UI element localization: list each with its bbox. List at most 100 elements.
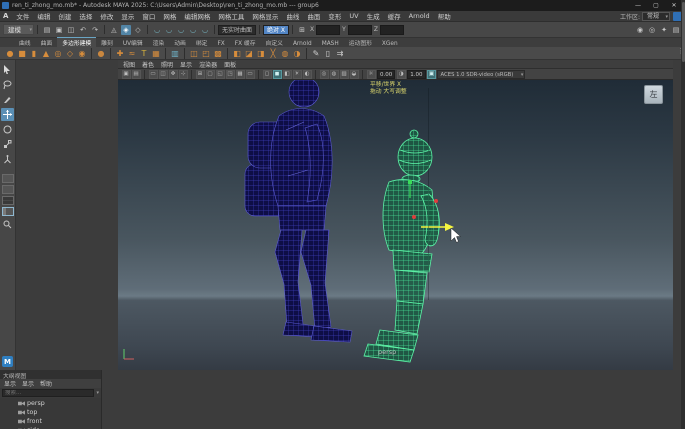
select-object-icon[interactable]: ◈ bbox=[121, 25, 131, 35]
menu-item[interactable]: 曲面 bbox=[303, 11, 324, 21]
ipr-render-icon[interactable]: ◎ bbox=[647, 25, 657, 35]
target-weld[interactable]: ◍ bbox=[279, 47, 291, 59]
antialias-icon[interactable]: ▨ bbox=[340, 70, 349, 79]
menu-item[interactable]: 曲线 bbox=[282, 11, 303, 21]
shelf-icon[interactable] bbox=[110, 48, 111, 59]
shelf-icon[interactable] bbox=[306, 48, 307, 59]
shelf-tab[interactable]: 渲染 bbox=[148, 38, 170, 47]
x-coord-field[interactable] bbox=[316, 25, 340, 35]
select-tool-icon[interactable] bbox=[1, 63, 14, 76]
viewport-menu-item[interactable]: 面板 bbox=[224, 60, 236, 69]
menu-item[interactable]: 创建 bbox=[54, 11, 75, 21]
render-settings-icon[interactable]: ✦ bbox=[659, 25, 669, 35]
gamma-icon[interactable]: ◑ bbox=[397, 70, 406, 79]
layout-two-pane-button[interactable] bbox=[2, 185, 14, 194]
poly-disc[interactable]: ◉ bbox=[76, 47, 88, 59]
normals[interactable]: ⇉ bbox=[334, 47, 346, 59]
image-plane-icon[interactable]: ◫ bbox=[159, 70, 168, 79]
menu-item[interactable]: 生成 bbox=[363, 11, 384, 21]
zoom-tool-icon[interactable] bbox=[1, 218, 14, 231]
joint-display-icon[interactable]: ⊹ bbox=[179, 70, 188, 79]
menu-item[interactable]: Arnold bbox=[405, 12, 434, 20]
grid-input-icon[interactable]: ⊞ bbox=[297, 25, 307, 35]
menu-item[interactable]: 网格显示 bbox=[248, 11, 282, 21]
maximize-button[interactable]: ▢ bbox=[647, 0, 665, 11]
bookmark-icon[interactable]: ▭ bbox=[149, 70, 158, 79]
lighting-icon[interactable]: ☀ bbox=[293, 70, 302, 79]
menu-item[interactable]: 网格 bbox=[159, 11, 180, 21]
menu-item[interactable]: 文件 bbox=[12, 11, 33, 21]
select-component-icon[interactable]: ◇ bbox=[133, 25, 143, 35]
outliner-search-input[interactable] bbox=[2, 389, 94, 397]
shelf-tab[interactable]: 雕刻 bbox=[96, 38, 118, 47]
poly-plane[interactable]: ◇ bbox=[64, 47, 76, 59]
menu-item[interactable]: 变形 bbox=[324, 11, 345, 21]
z-coord-field[interactable] bbox=[380, 25, 404, 35]
shelf-tab[interactable]: 自定义 bbox=[261, 38, 288, 47]
poly-cylinder[interactable]: ▮ bbox=[28, 47, 40, 59]
viewport-menu-item[interactable]: 视图 bbox=[123, 60, 135, 69]
minimize-button[interactable]: — bbox=[629, 0, 647, 11]
menu-item[interactable]: 编辑 bbox=[33, 11, 54, 21]
save-scene-icon[interactable]: ◫ bbox=[66, 25, 76, 35]
snap-plane-icon[interactable]: ◡ bbox=[188, 25, 198, 35]
view-navigation-button[interactable]: 左 bbox=[644, 85, 663, 104]
crease-tool[interactable]: ✎ bbox=[310, 47, 322, 59]
shadows-icon[interactable]: ◐ bbox=[303, 70, 312, 79]
isolate-select-icon[interactable]: ◎ bbox=[320, 70, 329, 79]
combine[interactable]: ◫ bbox=[188, 47, 200, 59]
undo-icon[interactable]: ↶ bbox=[78, 25, 88, 35]
bridge[interactable]: ◨ bbox=[255, 47, 267, 59]
layout-single-pane-button[interactable] bbox=[2, 174, 14, 183]
outliner-menu-item[interactable]: 帮助 bbox=[40, 379, 52, 388]
ao-icon[interactable]: ◒ bbox=[350, 70, 359, 79]
shelf-icon[interactable] bbox=[227, 48, 228, 59]
camera-attributes-icon[interactable]: ▤ bbox=[132, 70, 141, 79]
shelf-icon[interactable] bbox=[184, 48, 185, 59]
gate-mask-icon[interactable]: ◳ bbox=[226, 70, 235, 79]
snap-point-icon[interactable]: ◡ bbox=[176, 25, 186, 35]
shelf-tab[interactable]: 运动图形 bbox=[344, 38, 377, 47]
outliner-filter-caret-icon[interactable]: ▾ bbox=[96, 390, 99, 396]
menu-item[interactable]: 缓存 bbox=[384, 11, 405, 21]
exposure-field[interactable]: 0.00 bbox=[377, 70, 395, 79]
color-management-icon[interactable]: ▣ bbox=[427, 70, 436, 79]
outliner-item[interactable]: persp bbox=[0, 399, 101, 408]
menu-item[interactable]: 编辑网格 bbox=[180, 11, 214, 21]
shelf-tab[interactable]: FX 缓存 bbox=[230, 38, 261, 47]
shelf-tab[interactable]: 绑定 bbox=[191, 38, 213, 47]
menu-item[interactable]: 选择 bbox=[75, 11, 96, 21]
outliner-scrollbar[interactable] bbox=[681, 0, 685, 429]
xray-icon[interactable]: ◍ bbox=[330, 70, 339, 79]
new-scene-icon[interactable]: ▤ bbox=[42, 25, 52, 35]
exposure-icon[interactable]: ☼ bbox=[367, 70, 376, 79]
viewport-menu-item[interactable]: 照明 bbox=[161, 60, 173, 69]
curve-pencil[interactable]: ≈ bbox=[126, 47, 138, 59]
extrude[interactable]: ◧ bbox=[231, 47, 243, 59]
gamma-field[interactable]: 1.00 bbox=[407, 70, 425, 79]
sculpt-sphere[interactable]: ● bbox=[95, 47, 107, 59]
open-scene-icon[interactable]: ▣ bbox=[54, 25, 64, 35]
poly-sphere[interactable]: ● bbox=[4, 47, 16, 59]
field-chart-icon[interactable]: ▦ bbox=[236, 70, 245, 79]
render-icon[interactable]: ◉ bbox=[635, 25, 645, 35]
grid-toggle-icon[interactable]: ⊞ bbox=[196, 70, 205, 79]
last-tool-icon[interactable] bbox=[1, 153, 14, 166]
rotate-tool-icon[interactable] bbox=[1, 123, 14, 136]
viewport-canvas[interactable]: 平移/世界 X 拖动 大写调整 persp 左 bbox=[118, 80, 673, 370]
live-surface-field[interactable]: 无实时曲面 bbox=[218, 25, 256, 35]
menu-set-dropdown[interactable]: 建模 bbox=[3, 24, 34, 35]
camera-select-icon[interactable]: ▣ bbox=[122, 70, 131, 79]
menu-item[interactable]: 窗口 bbox=[138, 11, 159, 21]
shelf-icon[interactable] bbox=[165, 48, 166, 59]
quad-draw[interactable]: ✚ bbox=[114, 47, 126, 59]
uv-editor[interactable]: ▯ bbox=[322, 47, 334, 59]
snap-curve-icon[interactable]: ◡ bbox=[164, 25, 174, 35]
type-tool[interactable]: T bbox=[138, 47, 150, 59]
menu-item[interactable]: 修改 bbox=[96, 11, 117, 21]
poly-cube[interactable]: ■ bbox=[16, 47, 28, 59]
shelf-tab[interactable]: 动画 bbox=[169, 38, 191, 47]
menu-item[interactable]: UV bbox=[345, 12, 362, 20]
y-coord-field[interactable] bbox=[348, 25, 372, 35]
shelf-tab[interactable]: UV编辑 bbox=[118, 38, 148, 47]
